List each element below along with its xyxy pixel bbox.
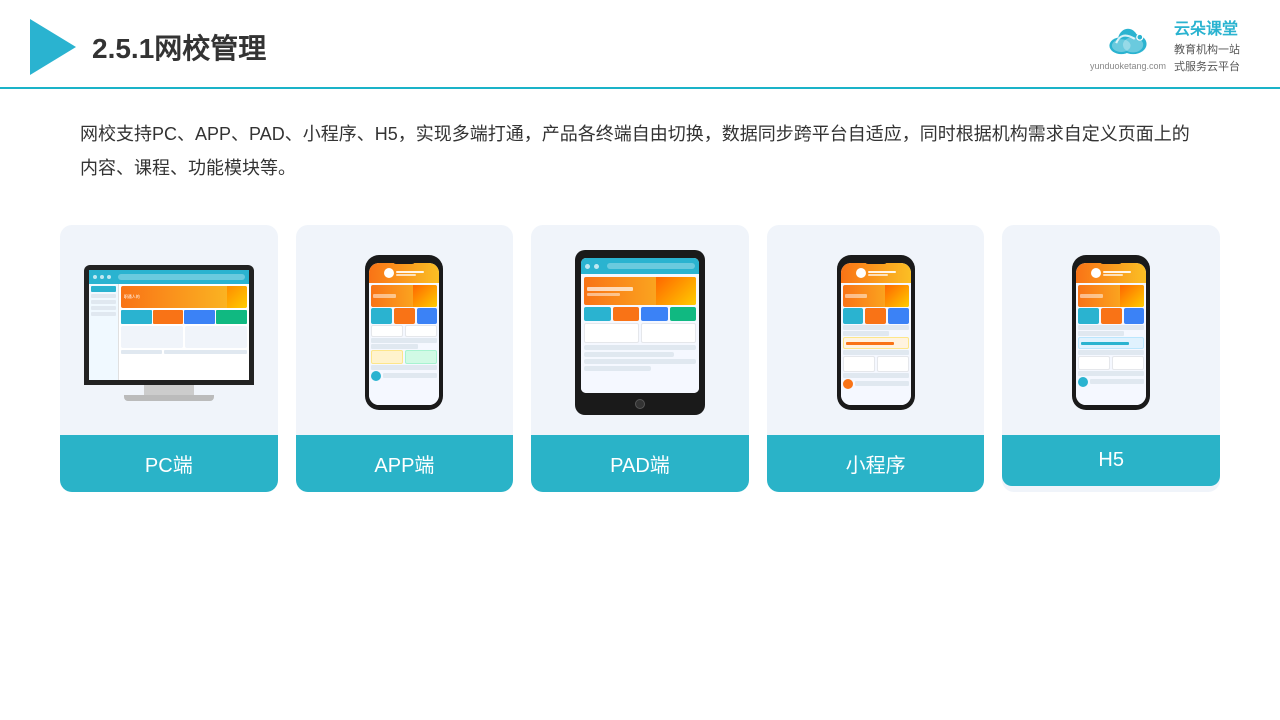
- card-pc: 职通人的: [60, 225, 278, 492]
- brand-logo: yunduoketang.com 云朵课堂 教育机构一站 式服务云平台: [1090, 18, 1240, 75]
- phone-miniprogram-icon: [831, 255, 921, 410]
- cards-container: 职通人的: [0, 205, 1280, 492]
- brand-domain: yunduoketang.com: [1090, 61, 1166, 71]
- brand-text: 云朵课堂 教育机构一站 式服务云平台: [1174, 18, 1240, 75]
- card-h5-image: [1002, 225, 1220, 435]
- phone-h5-icon: [1066, 255, 1156, 410]
- card-pc-image: 职通人的: [60, 225, 278, 435]
- card-h5-label: H5: [1002, 435, 1220, 486]
- card-app-image: [296, 225, 514, 435]
- brand-tagline2: 式服务云平台: [1174, 59, 1240, 76]
- card-pad-image: [531, 225, 749, 435]
- brand-tagline1: 教育机构一站: [1174, 42, 1240, 59]
- page-title: 2.5.1网校管理: [92, 27, 266, 67]
- card-app-label: APP端: [296, 435, 514, 492]
- header: 2.5.1网校管理 yunduoketang.com 云朵课堂 教育机构一站: [0, 0, 1280, 89]
- pc-monitor-icon: 职通人的: [84, 265, 254, 401]
- phone-app-icon: [359, 255, 449, 410]
- logo-triangle-icon: [30, 19, 76, 75]
- card-pad-label: PAD端: [531, 435, 749, 492]
- cloud-svg-icon: [1102, 22, 1154, 60]
- card-miniprogram: 小程序: [767, 225, 985, 492]
- description: 网校支持PC、APP、PAD、小程序、H5，实现多端打通，产品各终端自由切换，数…: [0, 89, 1280, 205]
- page-title-text: 2.5.1网校管理: [92, 33, 266, 64]
- brand-cloud-icon: yunduoketang.com: [1090, 22, 1166, 71]
- card-app: APP端: [296, 225, 514, 492]
- card-miniprogram-label: 小程序: [767, 435, 985, 492]
- card-pad: PAD端: [531, 225, 749, 492]
- description-text: 网校支持PC、APP、PAD、小程序、H5，实现多端打通，产品各终端自由切换，数…: [80, 117, 1200, 185]
- tablet-icon: [575, 250, 705, 415]
- header-left: 2.5.1网校管理: [30, 19, 266, 75]
- brand-name: 云朵课堂: [1174, 18, 1240, 42]
- card-miniprogram-image: [767, 225, 985, 435]
- card-h5: H5: [1002, 225, 1220, 492]
- card-pc-label: PC端: [60, 435, 278, 492]
